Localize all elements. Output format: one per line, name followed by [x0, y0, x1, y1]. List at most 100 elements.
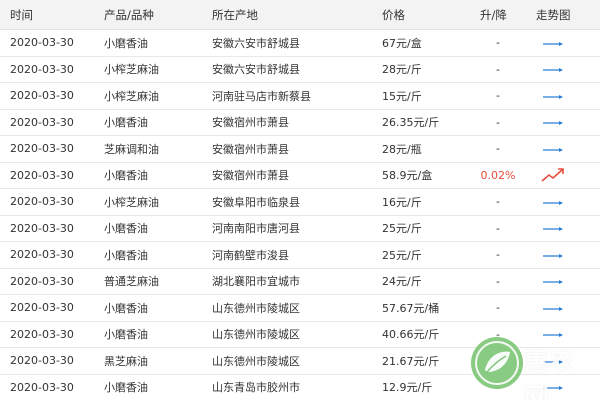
table-row[interactable]: 2020-03-30 普通芝麻油 湖北襄阳市宜城市 24元/斤 -: [0, 269, 600, 295]
cell-price: 24元/斤: [382, 275, 422, 289]
cell-change: 0.02%: [480, 168, 516, 182]
cell-place: 山东青岛市胶州市: [212, 381, 300, 395]
cell-place: 河南鹤壁市浚县: [212, 248, 289, 262]
cell-place: 安徽宿州市萧县: [212, 116, 289, 130]
table-row[interactable]: 2020-03-30 小磨香油 河南鹤壁市浚县 25元/斤 -: [0, 242, 600, 269]
cell-date: 2020-03-30: [10, 142, 74, 156]
cell-date: 2020-03-30: [10, 195, 74, 209]
cell-price: 21.67元/斤: [382, 354, 440, 368]
table-row[interactable]: 2020-03-30 小磨香油 安徽六安市舒城县 67元/盒 -: [0, 30, 600, 57]
cell-date: 2020-03-30: [10, 36, 74, 50]
cell-date: 2020-03-30: [10, 301, 74, 315]
flat-arrow-icon[interactable]: [533, 57, 573, 83]
table-row[interactable]: 2020-03-30 小榨芝麻油 安徽六安市舒城县 28元/斤 -: [0, 57, 600, 83]
cell-product: 芝麻调和油: [104, 142, 159, 156]
cell-change: -: [496, 301, 500, 315]
header-product: 产品/品种: [104, 7, 154, 22]
cell-date: 2020-03-30: [10, 274, 74, 288]
cell-date: 2020-03-30: [10, 380, 74, 394]
cell-product: 小磨香油: [104, 328, 148, 342]
cell-price: 57.67元/桶: [382, 301, 440, 315]
cell-price: 58.9元/盒: [382, 169, 433, 183]
cell-change: -: [496, 195, 500, 209]
cell-date: 2020-03-30: [10, 221, 74, 235]
cell-date: 2020-03-30: [10, 115, 74, 129]
flat-arrow-icon[interactable]: [533, 136, 573, 162]
cell-change: -: [496, 89, 500, 103]
cell-date: 2020-03-30: [10, 89, 74, 103]
cell-product: 小榨芝麻油: [104, 195, 159, 209]
cell-product: 小磨香油: [104, 222, 148, 236]
cell-product: 小磨香油: [104, 381, 148, 395]
price-table-page: 时间 产品/品种 所在产地 价格 升/降 走势图 2020-03-30 小磨香油安…: [0, 0, 600, 400]
cell-product: 小榨芝麻油: [104, 63, 159, 77]
cell-price: 28元/斤: [382, 63, 422, 77]
table-row[interactable]: 2020-03-30 芝麻调和油 安徽宿州市萧县 28元/瓶 -: [0, 136, 600, 163]
cell-place: 安徽六安市舒城县: [212, 36, 300, 50]
cell-product: 小榨芝麻油: [104, 89, 159, 103]
cell-change: -: [496, 221, 500, 235]
cell-place: 山东德州市陵城区: [212, 354, 300, 368]
cell-date: 2020-03-30: [10, 327, 74, 341]
cell-place: 河南驻马店市新蔡县: [212, 89, 311, 103]
flat-arrow-icon[interactable]: [533, 216, 573, 242]
header-place: 所在产地: [212, 7, 258, 22]
cell-price: 40.66元/斤: [382, 328, 440, 342]
table-row[interactable]: 2020-03-30 小榨芝麻油 安徽阜阳市临泉县 16元/斤 -: [0, 189, 600, 216]
leaf-logo-icon: [471, 337, 523, 389]
cell-change: -: [496, 274, 500, 288]
table-row[interactable]: 2020-03-30 小磨香油 安徽宿州市萧县 58.9元/盒 0.02%: [0, 163, 600, 189]
cell-place: 山东德州市陵城区: [212, 301, 300, 315]
cell-price: 25元/斤: [382, 248, 422, 262]
watermark-logo: 惠农网 CNHNB.COM: [468, 328, 600, 400]
cell-price: 16元/斤: [382, 195, 422, 209]
flat-arrow-icon[interactable]: [533, 110, 573, 136]
cell-place: 湖北襄阳市宜城市: [212, 275, 300, 289]
cell-place: 安徽宿州市萧县: [212, 142, 289, 156]
cell-product: 小磨香油: [104, 248, 148, 262]
header-date: 时间: [10, 7, 33, 22]
cell-date: 2020-03-30: [10, 248, 74, 262]
cell-place: 安徽六安市舒城县: [212, 63, 300, 77]
cell-date: 2020-03-30: [10, 62, 74, 76]
header-change: 升/降: [480, 7, 507, 22]
cell-date: 2020-03-30: [10, 354, 74, 368]
cell-product: 小磨香油: [104, 36, 148, 50]
flat-arrow-icon[interactable]: [533, 189, 573, 215]
cell-change: -: [496, 248, 500, 262]
cell-change: -: [496, 62, 500, 76]
cell-price: 15元/斤: [382, 89, 422, 103]
cell-change: -: [496, 115, 500, 129]
flat-arrow-icon[interactable]: [533, 83, 573, 109]
cell-price: 67元/盒: [382, 36, 422, 50]
flat-arrow-icon[interactable]: [533, 30, 573, 56]
table-row[interactable]: 2020-03-30 小榨芝麻油 河南驻马店市新蔡县 15元/斤 -: [0, 83, 600, 110]
flat-arrow-icon[interactable]: [533, 295, 573, 321]
header-price: 价格: [382, 7, 405, 22]
cell-price: 26.35元/斤: [382, 116, 440, 130]
flat-arrow-icon[interactable]: [533, 269, 573, 295]
cell-product: 小磨香油: [104, 169, 148, 183]
flat-arrow-icon[interactable]: [533, 242, 573, 268]
table-header: 时间 产品/品种 所在产地 价格 升/降 走势图: [0, 0, 600, 30]
table-row[interactable]: 2020-03-30 小磨香油 河南南阳市唐河县 25元/斤 -: [0, 216, 600, 242]
cell-change: -: [496, 142, 500, 156]
cell-product: 黑芝麻油: [104, 354, 148, 368]
cell-product: 小磨香油: [104, 116, 148, 130]
cell-change: -: [496, 36, 500, 50]
cell-place: 安徽阜阳市临泉县: [212, 195, 300, 209]
cell-price: 12.9元/斤: [382, 381, 433, 395]
watermark-subtext: CNHNB.COM: [530, 375, 600, 385]
cell-place: 山东德州市陵城区: [212, 328, 300, 342]
cell-product: 小磨香油: [104, 301, 148, 315]
cell-place: 安徽宿州市萧县: [212, 169, 289, 183]
watermark-text: 惠农网: [524, 347, 577, 400]
cell-place: 河南南阳市唐河县: [212, 222, 300, 236]
cell-product: 普通芝麻油: [104, 275, 159, 289]
table-row[interactable]: 2020-03-30 小磨香油 安徽宿州市萧县 26.35元/斤 -: [0, 110, 600, 136]
header-trend: 走势图: [536, 7, 571, 22]
cell-date: 2020-03-30: [10, 168, 74, 182]
table-row[interactable]: 2020-03-30 小磨香油 山东德州市陵城区 57.67元/桶 -: [0, 295, 600, 322]
up-trend-icon[interactable]: [533, 163, 573, 189]
cell-price: 25元/斤: [382, 222, 422, 236]
